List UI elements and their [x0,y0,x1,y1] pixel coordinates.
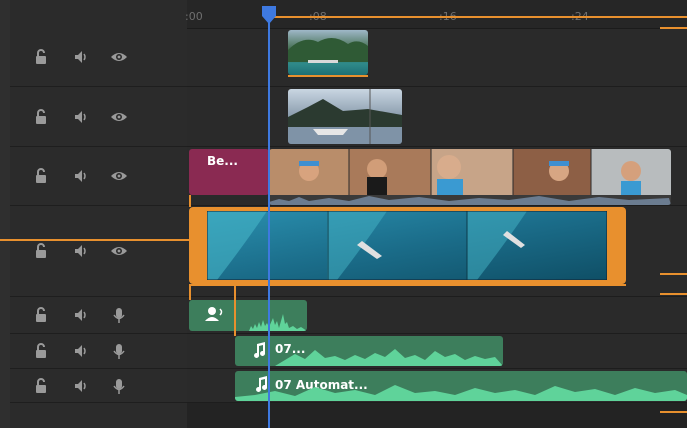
clip-thumbnail [288,89,402,144]
eye-icon[interactable] [109,47,129,67]
clip-selection-bar [288,75,368,77]
link-connector [234,284,236,336]
microphone-icon[interactable] [109,376,129,396]
annotation-line [660,273,687,275]
speaker-icon[interactable] [71,166,91,186]
link-connector [189,195,191,207]
speaker-icon[interactable] [71,107,91,127]
playhead-handle[interactable] [262,6,276,28]
annotation-line [660,27,687,29]
speaker-icon[interactable] [71,376,91,396]
audio-waveform [275,349,503,366]
lock-open-icon[interactable] [31,305,51,325]
speaker-icon[interactable] [71,47,91,67]
video-clip-ocean-selected[interactable] [189,207,626,284]
annotation-line-top [270,16,687,18]
annotation-line-left [0,239,189,241]
audio-waveform [249,314,307,331]
eye-icon[interactable] [109,241,129,261]
lock-open-icon[interactable] [31,341,51,361]
annotation-line [189,284,626,286]
annotation-line [660,411,687,413]
speaker-icon[interactable] [71,341,91,361]
lock-open-icon[interactable] [31,241,51,261]
lock-open-icon[interactable] [31,47,51,67]
link-connector [189,284,191,300]
audio-waveform [235,385,687,401]
audio-clip-music-1[interactable]: 07... [235,336,503,366]
eye-icon[interactable] [109,107,129,127]
video-track-2-lane[interactable] [187,87,687,147]
video-track-1-lane[interactable] [187,28,687,87]
audio-clip-music-2[interactable]: 07 Automat... [235,371,687,401]
audio-clip-voiceover[interactable] [189,300,307,331]
clip-thumbnails [269,149,671,205]
playhead-line[interactable] [268,14,270,428]
eye-icon[interactable] [109,166,129,186]
title-clip[interactable]: Be... [189,149,269,195]
clip-thumbnail [288,30,368,75]
microphone-icon[interactable] [109,305,129,325]
speaker-icon[interactable] [71,241,91,261]
clip-thumbnails [207,211,607,280]
annotation-line [660,293,687,295]
ruler-tick: :00 [185,10,203,23]
video-clip-friends[interactable] [269,149,671,205]
lock-open-icon[interactable] [31,376,51,396]
title-clip-label: Be... [207,154,238,168]
video-clip-boat[interactable] [288,89,402,144]
speaker-icon[interactable] [71,305,91,325]
lock-open-icon[interactable] [31,107,51,127]
video-clip-island[interactable] [288,30,368,75]
microphone-icon[interactable] [109,341,129,361]
lock-open-icon[interactable] [31,166,51,186]
timeline-left-strip [0,0,10,428]
